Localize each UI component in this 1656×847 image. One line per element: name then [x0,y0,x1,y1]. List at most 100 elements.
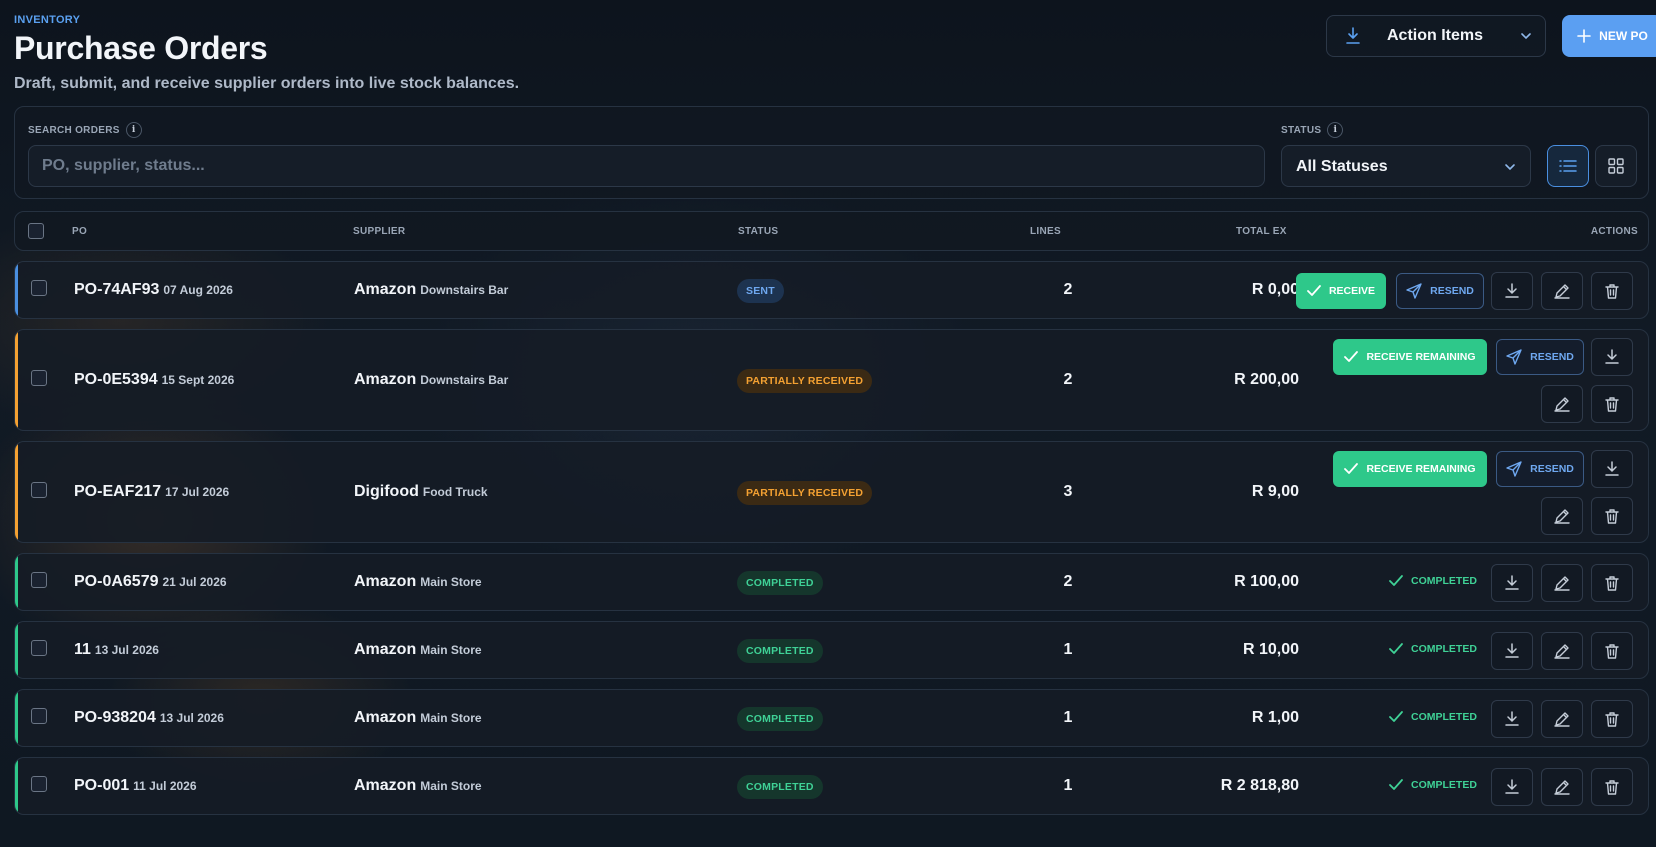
edit-button[interactable] [1541,564,1583,602]
delete-button[interactable] [1591,768,1633,806]
row-status-accent [15,690,18,746]
section-eyebrow: INVENTORY [14,14,81,26]
column-header-actions: ACTIONS [1590,226,1638,237]
row-status-accent [15,330,18,430]
resend-button[interactable]: RESEND [1496,339,1584,375]
resend-button[interactable]: RESEND [1396,273,1484,309]
po-number: PO-0A6579 [74,573,159,590]
new-po-button[interactable]: NEW PO [1562,15,1656,57]
edit-button[interactable] [1541,700,1583,738]
trash-icon [1605,643,1619,659]
trash-icon [1605,283,1619,299]
po-cell[interactable]: 11 13 Jul 2026 [74,641,159,659]
delete-button[interactable] [1591,700,1633,738]
info-icon[interactable]: i [1327,122,1344,138]
download-button[interactable] [1491,768,1533,806]
download-button[interactable] [1491,632,1533,670]
download-button[interactable] [1491,700,1533,738]
grid-icon [1608,158,1624,174]
download-button[interactable] [1491,564,1533,602]
total-ex: R 100,00 [1234,573,1299,590]
po-cell[interactable]: PO-0A6579 21 Jul 2026 [74,573,227,591]
po-cell[interactable]: PO-938204 13 Jul 2026 [74,709,224,727]
po-date: 15 Sept 2026 [161,373,235,387]
list-view-button[interactable] [1547,145,1589,187]
status-badge: PARTIALLY RECEIVED [737,481,873,505]
status-label: STATUS [1281,124,1322,136]
table-row: PO-74AF93 07 Aug 2026 Amazon Downstairs Bar… [14,261,1649,319]
row-checkbox[interactable] [31,280,47,296]
supplier-name: Amazon [354,573,417,590]
list-icon [1559,159,1577,173]
download-button[interactable] [1591,338,1633,376]
select-all-checkbox[interactable] [28,223,44,239]
edit-button[interactable] [1541,497,1583,535]
edit-button[interactable] [1541,385,1583,423]
edit-button[interactable] [1541,632,1583,670]
status-badge: PARTIALLY RECEIVED [737,369,873,393]
supplier-cell: Digifood Food Truck [354,483,488,501]
pencil-icon [1554,283,1570,299]
column-header-supplier[interactable]: SUPPLIER [353,226,405,237]
edit-button[interactable] [1541,768,1583,806]
resend-button[interactable]: RESEND [1496,451,1584,487]
table-header: PO SUPPLIER STATUS LINES TOTAL EX ACTION… [14,211,1649,251]
column-header-po[interactable]: PO [72,226,87,237]
supplier-location: Main Store [420,711,482,725]
receive-remaining-button[interactable]: RECEIVE REMAINING [1333,339,1487,375]
receive-button[interactable]: RECEIVE [1296,273,1386,309]
supplier-location: Main Store [420,779,482,793]
po-cell[interactable]: PO-EAF217 17 Jul 2026 [74,483,229,501]
trash-icon [1605,508,1619,524]
row-checkbox[interactable] [31,776,47,792]
delete-button[interactable] [1591,632,1633,670]
lines-count: 1 [1063,709,1073,726]
lines-count: 2 [1063,573,1073,590]
po-number: PO-938204 [74,709,156,726]
receive-remaining-button[interactable]: RECEIVE REMAINING [1333,451,1487,487]
trash-icon [1605,711,1619,727]
send-icon [1506,461,1522,477]
column-header-lines[interactable]: LINES [1030,226,1061,237]
po-cell[interactable]: PO-0E5394 15 Sept 2026 [74,371,234,389]
edit-button[interactable] [1541,272,1583,310]
column-header-status[interactable]: STATUS [738,226,778,237]
row-checkbox[interactable] [31,482,47,498]
po-date: 21 Jul 2026 [162,575,227,589]
supplier-location: Main Store [420,575,482,589]
table-row: PO-0A6579 21 Jul 2026 Amazon Main Store COMP… [14,553,1649,611]
row-checkbox[interactable] [31,640,47,656]
search-label-group: SEARCH ORDERS i [28,122,142,138]
download-button[interactable] [1591,450,1633,488]
completed-label: COMPLETED [1411,575,1477,587]
delete-button[interactable] [1591,272,1633,310]
trash-icon [1605,779,1619,795]
table-row: PO-938204 13 Jul 2026 Amazon Main Store COMP… [14,689,1649,747]
delete-button[interactable] [1591,385,1633,423]
delete-button[interactable] [1591,497,1633,535]
po-cell[interactable]: PO-74AF93 07 Aug 2026 [74,281,233,299]
pencil-icon [1554,575,1570,591]
completed-label: COMPLETED [1411,643,1477,655]
info-icon[interactable]: i [125,122,142,138]
column-header-total[interactable]: TOTAL EX [1236,226,1287,237]
po-number: PO-74AF93 [74,281,160,298]
resend-label: RESEND [1530,351,1574,363]
status-select[interactable]: All Statuses [1281,145,1531,187]
row-checkbox[interactable] [31,572,47,588]
row-status-accent [15,262,18,318]
supplier-location: Downstairs Bar [420,373,509,387]
download-icon [1505,643,1519,659]
action-items-dropdown[interactable]: Action Items [1326,15,1546,57]
status-badge: COMPLETED [737,571,823,595]
row-checkbox[interactable] [31,370,47,386]
row-checkbox[interactable] [31,708,47,724]
search-input[interactable] [28,145,1265,187]
search-label: SEARCH ORDERS [28,124,120,136]
page-subtitle: Draft, submit, and receive supplier orde… [14,75,520,92]
po-cell[interactable]: PO-001 11 Jul 2026 [74,777,197,795]
total-ex: R 1,00 [1251,709,1299,726]
grid-view-button[interactable] [1595,145,1637,187]
download-button[interactable] [1491,272,1533,310]
delete-button[interactable] [1591,564,1633,602]
